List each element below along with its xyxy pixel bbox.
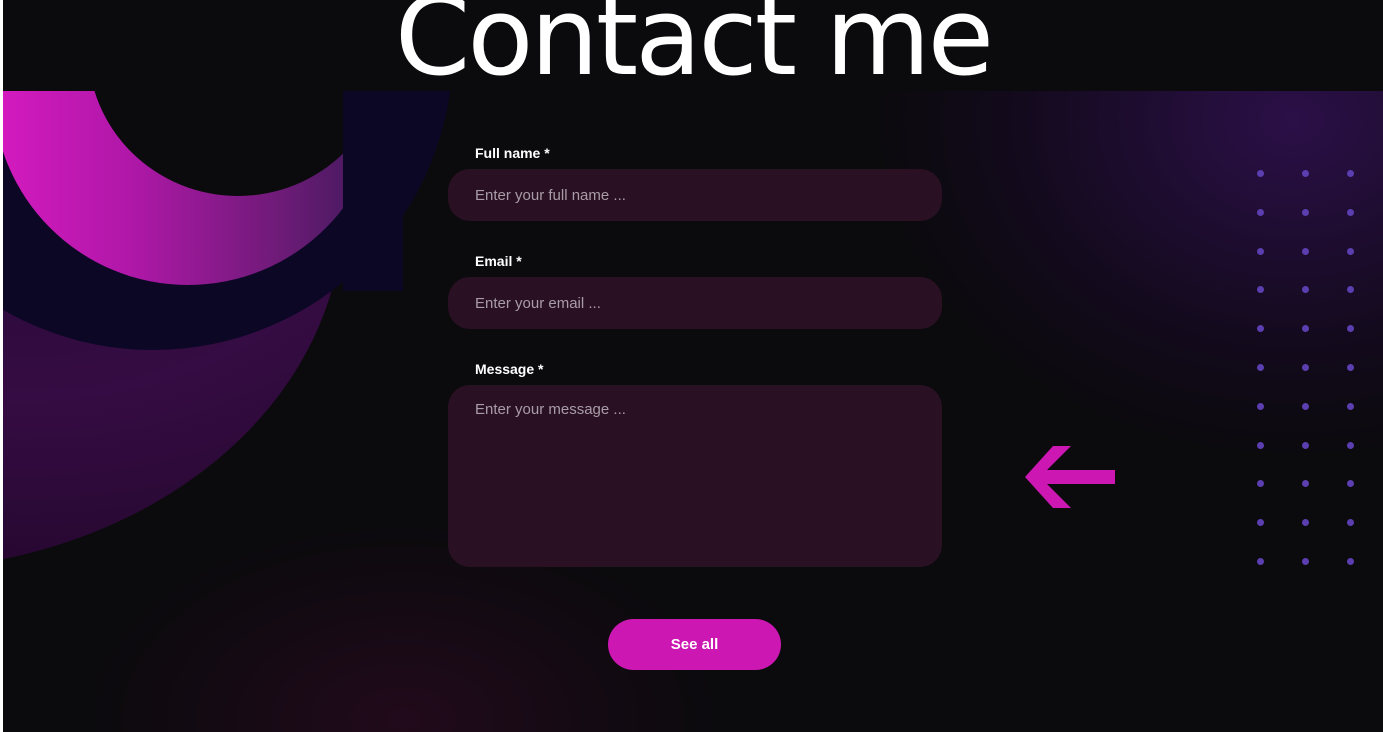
grid-dot	[1347, 170, 1354, 177]
message-textarea[interactable]	[448, 385, 942, 567]
grid-dot	[1257, 325, 1264, 333]
grid-dot	[1257, 247, 1264, 255]
page: Contact me Full name * Email * Message *…	[3, 0, 1383, 732]
grid-dot	[1257, 480, 1264, 488]
grid-dot	[1302, 364, 1309, 371]
grid-dot	[1347, 325, 1354, 333]
see-all-button[interactable]: See all	[608, 619, 781, 670]
grid-dot	[1257, 286, 1264, 294]
grid-dot	[1347, 558, 1354, 565]
grid-dot	[1347, 364, 1354, 371]
grid-dot	[1302, 441, 1309, 449]
grid-dot	[1257, 402, 1264, 410]
grid-dot	[1257, 208, 1264, 216]
full-name-input[interactable]	[448, 169, 942, 221]
grid-dot	[1347, 402, 1354, 410]
grid-dot	[1302, 325, 1309, 333]
grid-dot	[1347, 247, 1354, 255]
grid-dot	[1347, 480, 1354, 488]
grid-dot	[1257, 441, 1264, 449]
email-label: Email *	[475, 253, 522, 269]
grid-dot	[1302, 480, 1309, 488]
grid-dot	[1257, 170, 1264, 177]
grid-dot	[1302, 558, 1309, 565]
grid-dot	[1302, 519, 1309, 527]
grid-dot	[1347, 208, 1354, 216]
arrow-left-icon	[1025, 446, 1115, 508]
grid-dot	[1347, 441, 1354, 449]
message-label: Message *	[475, 361, 544, 377]
grid-dot	[1347, 519, 1354, 527]
grid-dot	[1302, 208, 1309, 216]
grid-dot	[1302, 170, 1309, 177]
grid-dot	[1257, 364, 1264, 371]
email-input[interactable]	[448, 277, 942, 329]
grid-dot	[1257, 519, 1264, 527]
page-title: Contact me	[394, 0, 994, 100]
grid-dot	[1302, 286, 1309, 294]
full-name-label: Full name *	[475, 145, 550, 161]
decor-arc-cut	[343, 91, 403, 291]
grid-dot	[1347, 286, 1354, 294]
grid-dot	[1257, 558, 1264, 565]
dot-grid-icon	[1257, 170, 1367, 570]
grid-dot	[1302, 247, 1309, 255]
grid-dot	[1302, 402, 1309, 410]
